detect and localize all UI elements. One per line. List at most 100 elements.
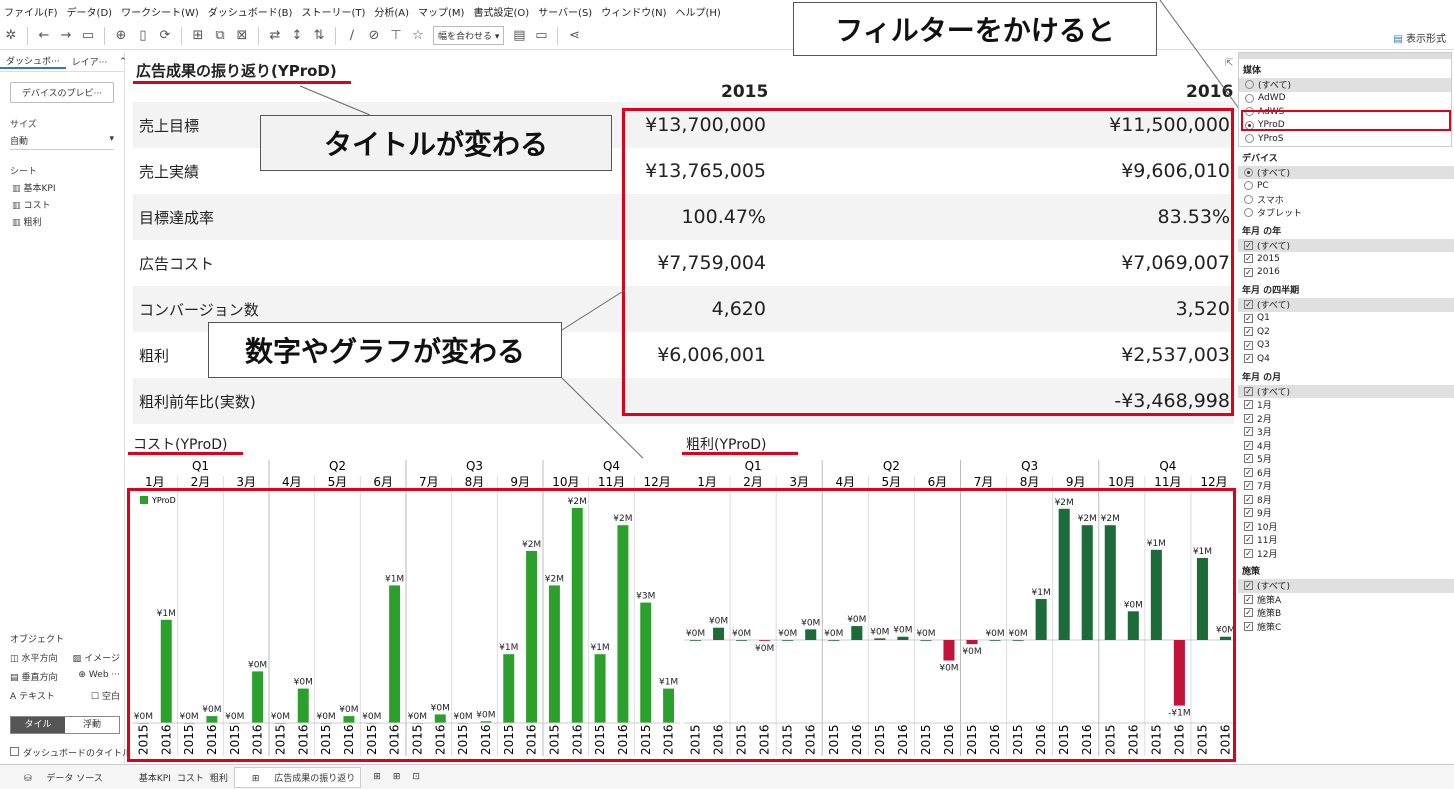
sheet-tab-dashboard[interactable]: ⊞ 広告成果の振り返り xyxy=(233,766,362,788)
filter-option[interactable]: ✓ (すべて) xyxy=(1238,298,1454,312)
filter-option[interactable]: ✓ 2015 xyxy=(1238,252,1454,266)
clear-icon[interactable]: ⊠ xyxy=(231,28,253,43)
filter-option[interactable]: ✓ 2月 xyxy=(1238,412,1454,426)
filter-option[interactable]: タブレット xyxy=(1238,206,1454,220)
menu-item[interactable]: ダッシュボード(B) xyxy=(208,4,293,19)
new-dashboard-icon[interactable]: ⊞ xyxy=(393,772,401,782)
menu-item[interactable]: ワークシート(W) xyxy=(121,4,199,19)
tab-layout[interactable]: レイア··· xyxy=(66,55,114,68)
label-icon[interactable]: ⊤ xyxy=(385,28,407,43)
sheet-item[interactable]: ▥ コスト xyxy=(12,198,124,211)
menu-item[interactable]: ヘルプ(H) xyxy=(676,4,721,19)
pause-icon[interactable]: ▯ xyxy=(132,28,154,43)
filter-option[interactable]: ✓ (すべて) xyxy=(1238,238,1454,252)
filter-option[interactable]: ✓ 5月 xyxy=(1238,452,1454,466)
filter-option[interactable]: ✓ 施策B xyxy=(1238,606,1454,620)
filter-option[interactable]: ✓ 9月 xyxy=(1238,506,1454,520)
object-item[interactable]: ▨ イメージ xyxy=(73,651,120,664)
chevron-down-icon: ▾ xyxy=(109,134,114,144)
filter-option[interactable]: ✓ (すべて) xyxy=(1238,384,1454,398)
filter-option[interactable]: ✓ 11月 xyxy=(1238,533,1454,547)
filter-option[interactable]: ✓ Q1 xyxy=(1238,312,1454,326)
sheet-tab-cost[interactable]: コスト xyxy=(177,771,204,784)
size-select[interactable]: 自動 ▾ xyxy=(10,134,114,150)
filter-option[interactable]: ✓ (すべて) xyxy=(1238,579,1454,593)
sheet-tab-profit[interactable]: 粗利 xyxy=(210,771,228,784)
filter-option-label: 7月 xyxy=(1257,482,1272,493)
menu-item[interactable]: ウィンドウ(N) xyxy=(601,4,666,19)
filter-option[interactable]: ✓ 7月 xyxy=(1238,479,1454,493)
filter-option-label: 12月 xyxy=(1257,549,1278,560)
filter-option[interactable]: ✓ 10月 xyxy=(1238,520,1454,534)
share-icon[interactable]: ⋖ xyxy=(563,28,585,43)
filter-option[interactable]: ✓ 6月 xyxy=(1238,466,1454,480)
filter-option[interactable]: ✓ 1月 xyxy=(1238,398,1454,412)
cards-icon[interactable]: ▤ xyxy=(508,28,530,43)
radio-icon xyxy=(1244,208,1253,218)
datasource-tab[interactable]: ⛁ データ ソース xyxy=(12,771,103,784)
highlight-icon[interactable]: ∕ xyxy=(341,28,363,43)
filter-option[interactable]: ✓ 施策A xyxy=(1238,593,1454,607)
checkbox-icon: ✓ xyxy=(1244,340,1253,350)
filter-option[interactable]: ✓ Q4 xyxy=(1238,352,1454,366)
back-icon[interactable]: ← xyxy=(33,28,55,43)
group-icon[interactable]: ⊘ xyxy=(363,28,385,43)
sheet-item[interactable]: ▥ 基本KPI xyxy=(12,181,124,194)
object-item[interactable]: ⊕ Web ··· xyxy=(78,670,120,683)
new-sheet-icon[interactable]: ⊞ xyxy=(187,28,209,43)
menu-item[interactable]: データ(D) xyxy=(67,4,113,19)
tableau-logo-icon[interactable]: ✲ xyxy=(0,28,22,43)
filter-option[interactable]: スマホ xyxy=(1238,193,1454,207)
menu-item[interactable]: ファイル(F) xyxy=(4,4,58,19)
filter-option[interactable]: ✓ 施策C xyxy=(1238,620,1454,634)
sort-asc-icon[interactable]: ↕ xyxy=(286,28,308,43)
filter-option[interactable]: ✓ 12月 xyxy=(1238,547,1454,561)
save-icon[interactable]: ▭ xyxy=(77,28,99,43)
menu-item[interactable]: ストーリー(T) xyxy=(301,4,365,19)
filter-option[interactable]: ✓ 4月 xyxy=(1238,439,1454,453)
forward-icon[interactable]: → xyxy=(55,28,77,43)
new-datasource-icon[interactable]: ⊕ xyxy=(110,28,132,43)
database-icon: ⛁ xyxy=(24,773,32,784)
menu-item[interactable]: 書式設定(O) xyxy=(473,4,529,19)
tab-dashboard[interactable]: ダッシュボ··· xyxy=(0,54,66,69)
filter-option[interactable]: ✓ 2016 xyxy=(1238,266,1454,280)
new-story-icon[interactable]: ⊡ xyxy=(412,772,420,782)
filter-option[interactable]: YProS xyxy=(1239,132,1451,146)
external-link-icon[interactable]: ⇱ xyxy=(1225,58,1233,69)
sheet-item[interactable]: ▥ 粗利 xyxy=(12,215,124,228)
dashboard-title-checkbox[interactable]: ダッシュボードのタイトル xyxy=(10,746,131,759)
filter-option[interactable]: ✓ Q2 xyxy=(1238,325,1454,339)
filter-option[interactable]: ✓ 3月 xyxy=(1238,425,1454,439)
device-preview-button[interactable]: デバイスのプレビ··· xyxy=(10,82,114,103)
tile-button[interactable]: タイル xyxy=(11,717,65,733)
show-me-button[interactable]: ▤ 表示形式 xyxy=(1393,30,1446,45)
float-button[interactable]: 浮動 xyxy=(65,717,119,733)
filter-option[interactable]: (すべて) xyxy=(1239,78,1451,92)
new-worksheet-icon[interactable]: ⊞ xyxy=(373,772,381,782)
pin-icon[interactable]: ☆ xyxy=(407,28,429,43)
sort-desc-icon[interactable]: ⇅ xyxy=(308,28,330,43)
filter-option[interactable]: (すべて) xyxy=(1238,165,1454,179)
fit-select[interactable]: 幅を合わせる ▾ xyxy=(433,26,505,45)
presentation-icon[interactable]: ▭ xyxy=(530,28,552,43)
swap-icon[interactable]: ⇄ xyxy=(264,28,286,43)
filter-option[interactable]: PC xyxy=(1238,179,1454,193)
refresh-icon[interactable]: ⟳ xyxy=(154,28,176,43)
object-item[interactable]: ☐ 空白 xyxy=(91,689,120,702)
filter-option[interactable]: AdWD xyxy=(1239,92,1451,106)
kpi-row-label: 売上目標 xyxy=(139,116,200,135)
filter-option-label: 9月 xyxy=(1257,509,1272,520)
menu-item[interactable]: サーバー(S) xyxy=(538,4,592,19)
filter-option[interactable]: ✓ Q3 xyxy=(1238,339,1454,353)
filter-option[interactable]: ✓ 8月 xyxy=(1238,493,1454,507)
menu-item[interactable]: マップ(M) xyxy=(418,4,464,19)
object-item[interactable]: ▤ 垂直方向 xyxy=(10,670,58,683)
sheet-tab-kpi[interactable]: 基本KPI xyxy=(139,771,171,784)
duplicate-icon[interactable]: ⧉ xyxy=(209,28,231,43)
quarter-label: Q4 xyxy=(603,459,620,473)
object-item[interactable]: A テキスト xyxy=(10,689,55,702)
object-item[interactable]: ◫ 水平方向 xyxy=(10,651,58,664)
menu-item[interactable]: 分析(A) xyxy=(374,4,409,19)
filter-option-label: Q3 xyxy=(1257,340,1270,351)
